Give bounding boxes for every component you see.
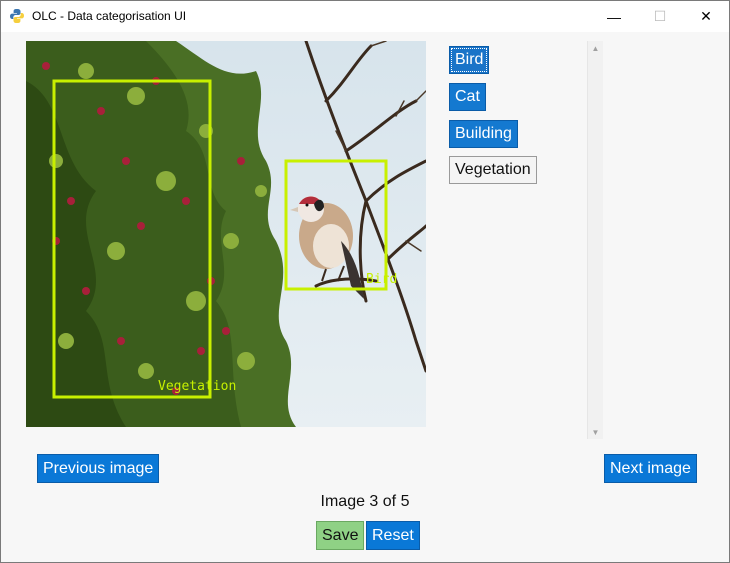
close-button[interactable]: ✕ <box>683 1 729 32</box>
python-app-icon <box>9 8 25 24</box>
next-image-button[interactable]: Next image <box>604 454 697 483</box>
previous-image-button[interactable]: Previous image <box>37 454 160 483</box>
app-window: OLC - Data categorisation UI — ☐ ✕ Veget… <box>0 0 730 563</box>
category-bird-button[interactable]: Bird <box>449 46 490 74</box>
photo-image <box>26 41 426 427</box>
save-button[interactable]: Save <box>316 521 365 550</box>
scroll-up-icon[interactable]: ▲ <box>588 41 603 55</box>
minimize-button[interactable]: — <box>591 1 637 32</box>
category-cat-button[interactable]: Cat <box>449 83 486 111</box>
title-bar: OLC - Data categorisation UI — ☐ ✕ <box>1 1 729 32</box>
bbox-label-bird: Bird <box>366 272 398 287</box>
bbox-label-vegetation: Vegetation <box>158 379 237 394</box>
category-building-button[interactable]: Building <box>449 120 518 148</box>
image-canvas[interactable]: Vegetation Bird <box>26 41 426 427</box>
image-counter: Image 3 of 5 <box>320 493 410 510</box>
client-area: Vegetation Bird Bird Cat Building Vegeta… <box>1 32 729 562</box>
maximize-button[interactable]: ☐ <box>637 1 683 32</box>
window-title: OLC - Data categorisation UI <box>32 9 187 23</box>
category-scrollbar[interactable]: ▲ ▼ <box>587 41 603 439</box>
scroll-down-icon[interactable]: ▼ <box>588 425 603 439</box>
category-vegetation-button[interactable]: Vegetation <box>449 156 537 184</box>
reset-button[interactable]: Reset <box>366 521 420 550</box>
